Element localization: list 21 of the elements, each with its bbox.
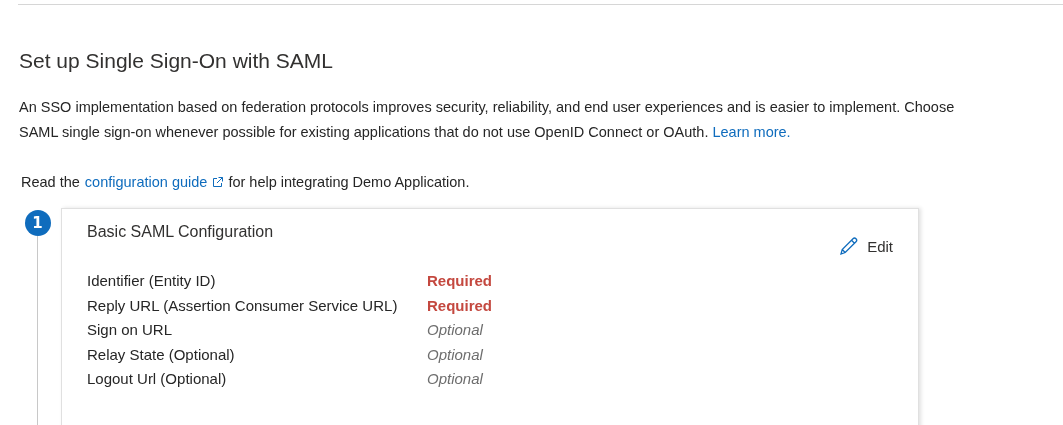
field-status: Required — [427, 295, 493, 316]
field-label: Relay State (Optional) — [87, 344, 236, 365]
external-link-icon — [212, 176, 224, 188]
field-status: Optional — [427, 344, 484, 365]
field-status: Optional — [427, 369, 484, 389]
field-status: Required — [427, 271, 493, 291]
field-label: Logout Url (Optional) — [87, 369, 228, 389]
edit-button[interactable]: Edit — [839, 236, 893, 256]
field-label: Reply URL (Assertion Consumer Service URL) — [87, 295, 399, 316]
description-text: An SSO implementation based on federation protocols improves security, reliability, and end user experiences and is easier to implement. Choose SAML single sign-on whenever possible for existing applications that do not use OpenID Connect or OAuth. Learn more. — [19, 98, 956, 142]
field-label: Identifier (Entity ID) — [87, 271, 217, 291]
pencil-icon — [839, 236, 860, 256]
guide-text: for help integrating Demo Application. — [228, 174, 470, 190]
field-label: Sign on URL — [87, 320, 174, 340]
learn-more-link[interactable]: Learn more. — [712, 123, 791, 140]
guide-text: Read the — [21, 174, 80, 190]
step-number: 1 — [24, 210, 51, 236]
page-title: Set up Single Sign-On with SAML — [19, 49, 334, 73]
configuration-guide-link[interactable]: configuration guide — [84, 174, 208, 190]
field-status: Optional — [427, 320, 484, 340]
card-title: Basic SAML Configuration — [87, 223, 274, 242]
